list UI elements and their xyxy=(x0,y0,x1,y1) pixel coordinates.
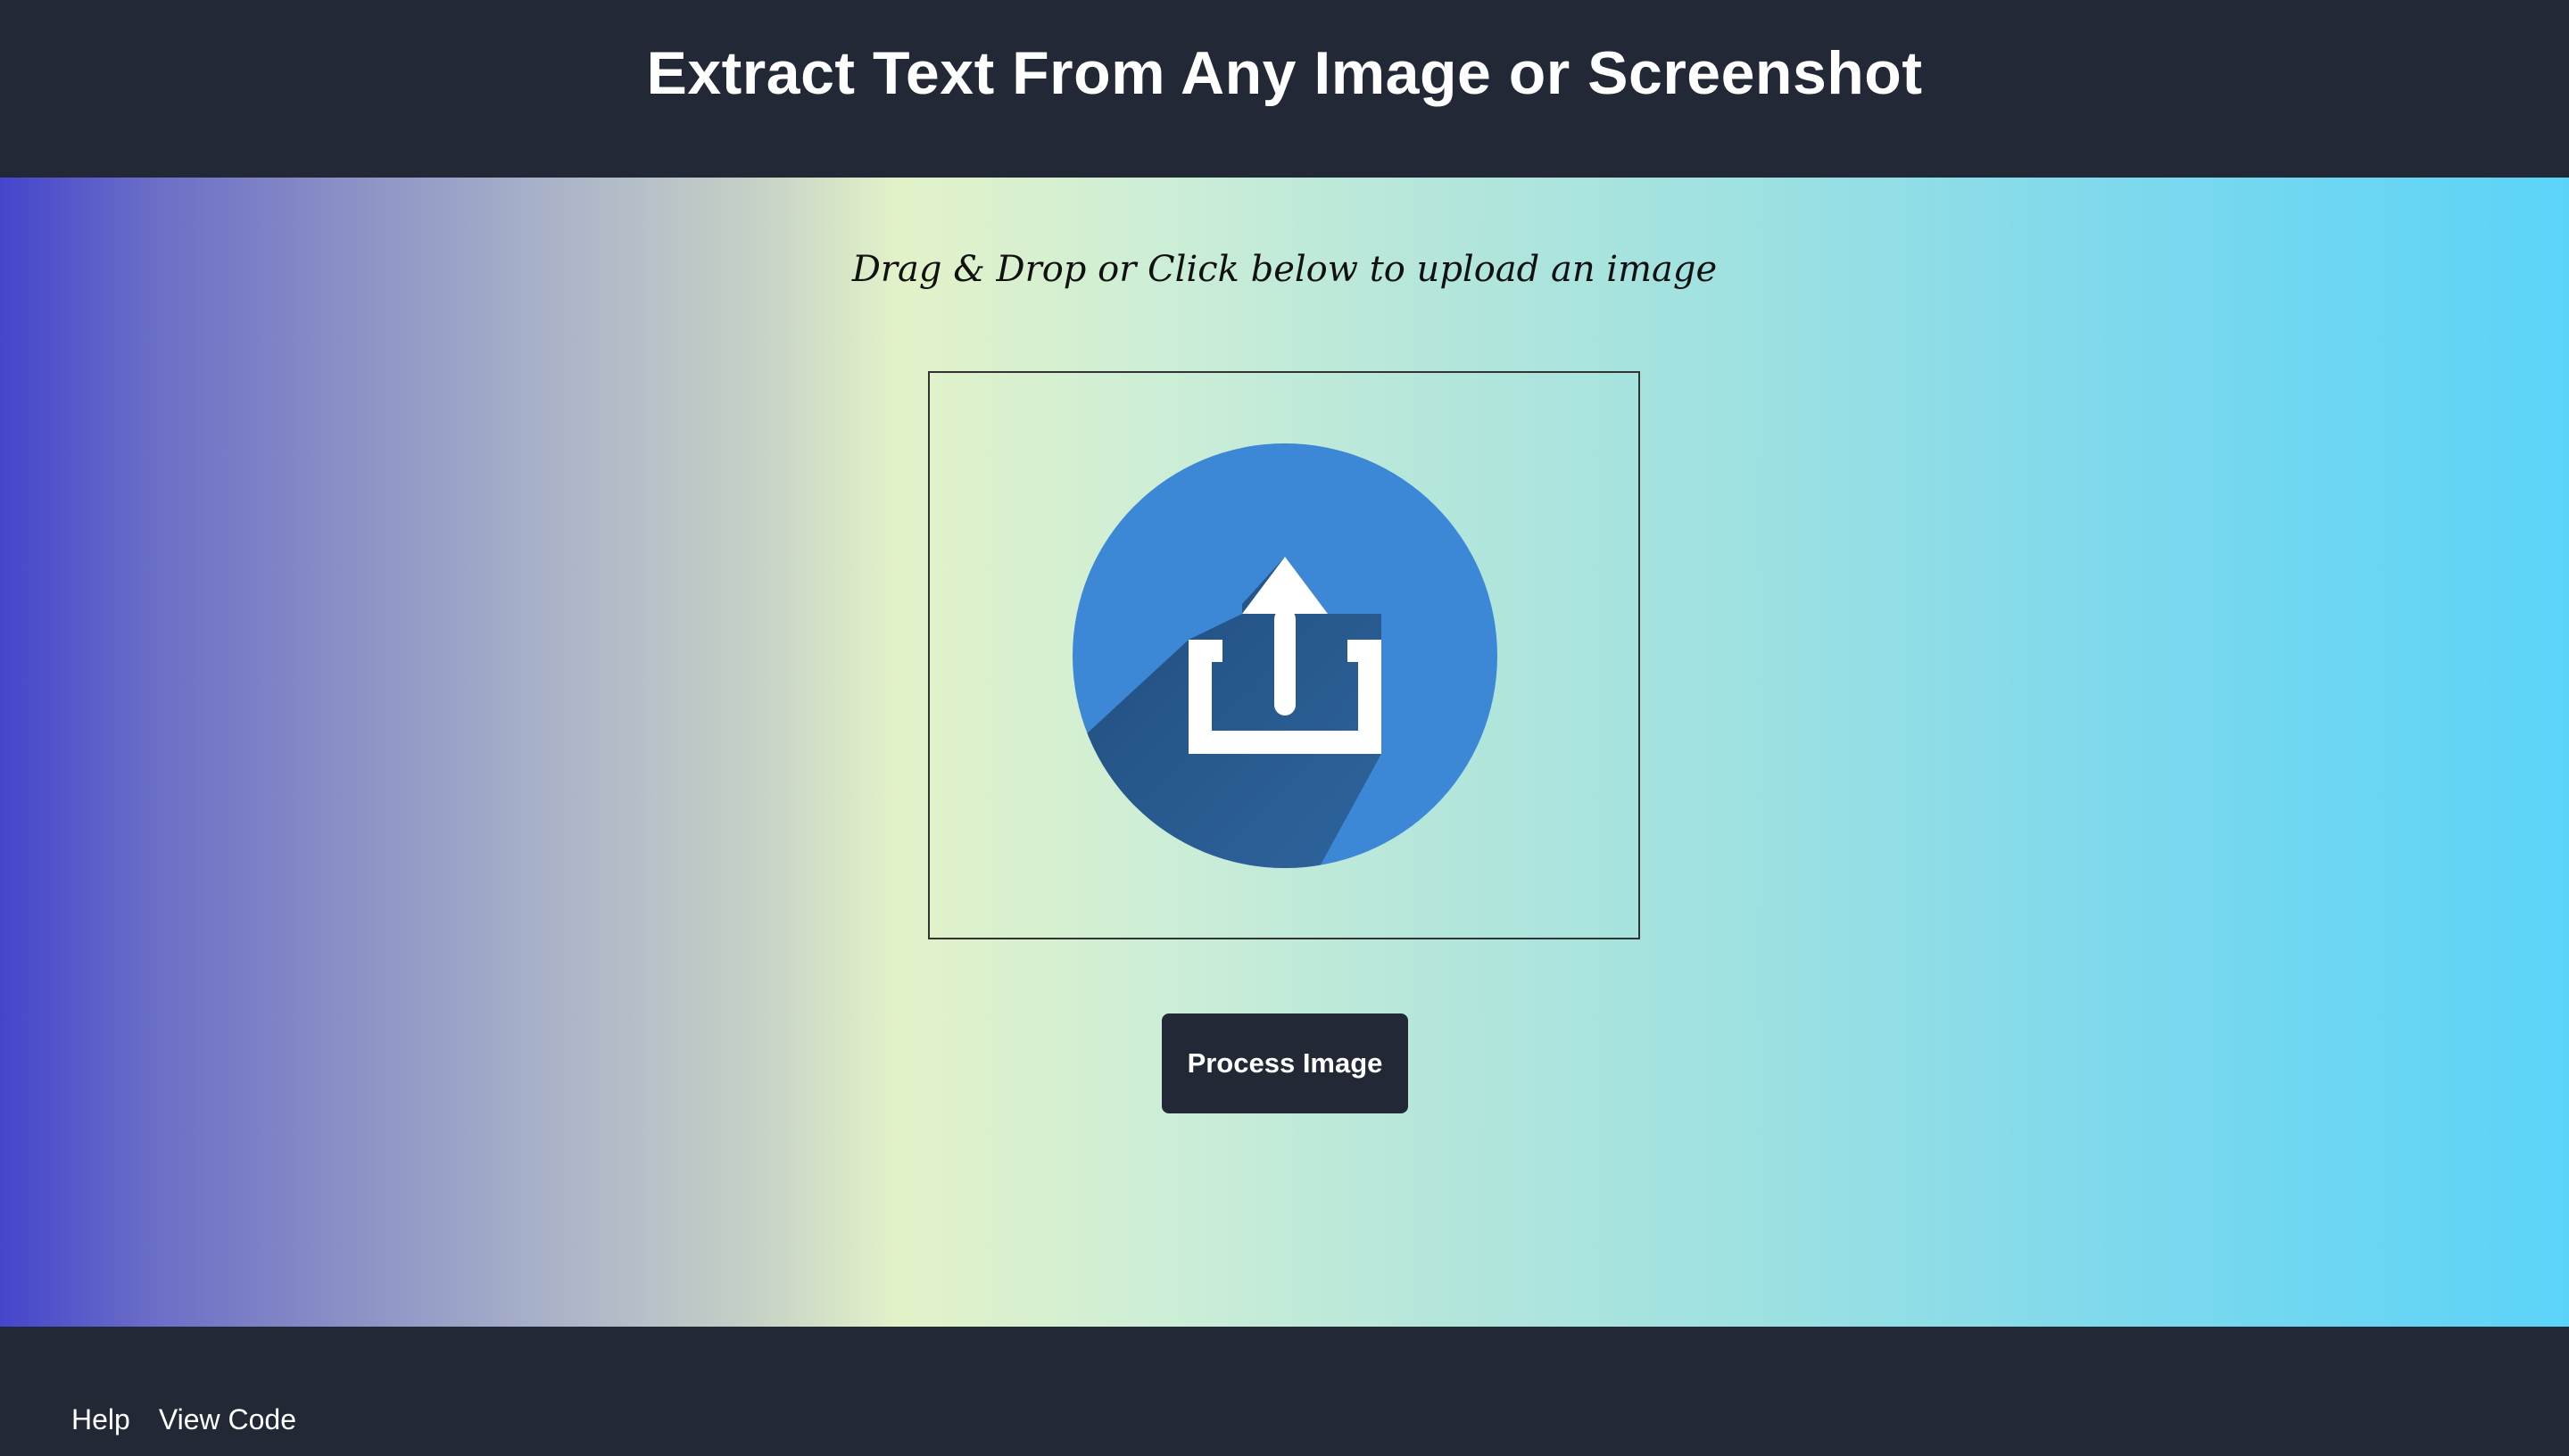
upload-icon xyxy=(1073,443,1497,868)
help-link[interactable]: Help xyxy=(71,1403,130,1436)
view-code-link[interactable]: View Code xyxy=(159,1403,296,1436)
process-image-button[interactable]: Process Image xyxy=(1162,1013,1408,1113)
page-title: Extract Text From Any Image or Screensho… xyxy=(646,38,1923,107)
main-area: Drag & Drop or Click below to upload an … xyxy=(0,178,2569,1327)
footer-bar: Help View Code xyxy=(0,1327,2569,1456)
upload-instructions: Drag & Drop or Click below to upload an … xyxy=(851,249,1718,290)
image-dropzone[interactable] xyxy=(928,371,1640,939)
header-bar: Extract Text From Any Image or Screensho… xyxy=(0,0,2569,178)
footer-links: Help View Code xyxy=(71,1403,296,1436)
page: Extract Text From Any Image or Screensho… xyxy=(0,0,2569,1456)
